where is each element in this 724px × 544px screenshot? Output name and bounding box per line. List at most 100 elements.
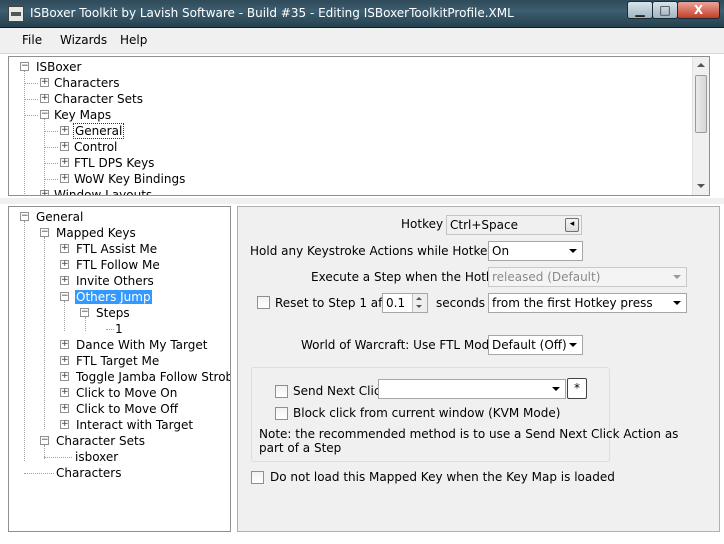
tree-node-ftl-target-me[interactable]: + FTL Target Me [59, 353, 159, 369]
send-next-click-checkbox[interactable] [275, 385, 288, 398]
tree-node-others-jump[interactable]: − Others Jump [59, 289, 152, 305]
tree-label: Character Sets [56, 434, 146, 448]
wow-ftl-dropdown[interactable]: Default (Off) [488, 335, 583, 355]
horizontal-splitter[interactable] [0, 198, 724, 204]
tree-node-control[interactable]: + Control [59, 139, 117, 155]
tree-node-characters[interactable]: Characters [56, 465, 122, 481]
menu-wizards[interactable]: Wizards [60, 33, 107, 47]
tree-node-dance-with-my-target[interactable]: + Dance With My Target [59, 337, 207, 353]
collapse-icon[interactable]: − [40, 110, 49, 119]
hold-keystroke-dropdown[interactable]: On [488, 241, 583, 261]
chevron-down-icon [673, 301, 681, 305]
tree-node-isboxer[interactable]: − ISBoxer [19, 59, 81, 75]
keymap-tree: − General − Mapped Keys + FTL Assist Me … [9, 207, 230, 531]
tree-node-invite-others[interactable]: + Invite Others [59, 273, 154, 289]
minimize-button[interactable]: ▁ [627, 1, 653, 19]
expand-icon[interactable]: + [60, 340, 69, 349]
tree-label: Window Layouts [54, 188, 153, 196]
collapse-icon[interactable]: − [20, 212, 29, 221]
expand-icon[interactable]: + [60, 142, 69, 151]
tree-node-wow-key-bindings[interactable]: + WoW Key Bindings [59, 171, 185, 187]
star-button[interactable]: * [567, 378, 587, 399]
reset-seconds-input[interactable]: 0.1 [382, 293, 428, 313]
tree-label: Control [74, 140, 118, 154]
scroll-down-icon[interactable] [697, 184, 705, 188]
tree-label: Dance With My Target [76, 338, 208, 352]
close-button[interactable]: X [677, 1, 720, 19]
tree-node-click-to-move-off[interactable]: + Click to Move Off [59, 401, 178, 417]
reset-from-value: from the first Hotkey press [492, 296, 653, 310]
expand-icon[interactable]: + [60, 404, 69, 413]
expand-icon[interactable]: + [60, 126, 69, 135]
expand-icon[interactable]: + [60, 260, 69, 269]
execute-step-dropdown[interactable]: released (Default) [488, 267, 687, 287]
tree-node-toggle-jamba[interactable]: + Toggle Jamba Follow Strobing [59, 369, 230, 385]
tree-node-steps[interactable]: − Steps [79, 305, 130, 321]
do-not-load-checkbox[interactable] [251, 471, 264, 484]
menu-help[interactable]: Help [120, 33, 147, 47]
profile-tree: − ISBoxer + Characters + Character Sets … [9, 57, 689, 196]
expand-icon[interactable]: + [60, 174, 69, 183]
tree-node-isboxer-set[interactable]: isboxer [75, 449, 118, 465]
expand-icon[interactable]: + [40, 78, 49, 87]
tree-node-key-maps[interactable]: − Key Maps [39, 107, 111, 123]
tree-label: General [73, 123, 125, 139]
tree-node-character-sets[interactable]: − Character Sets [39, 433, 145, 449]
chevron-down-icon [552, 387, 560, 391]
reset-seconds-spinner[interactable] [412, 294, 427, 312]
expand-icon[interactable]: + [60, 372, 69, 381]
chevron-down-icon [673, 275, 681, 279]
expand-icon[interactable]: + [60, 356, 69, 365]
spin-up-icon[interactable] [416, 297, 422, 300]
collapse-icon[interactable]: − [40, 228, 49, 237]
menu-file[interactable]: File [22, 33, 42, 47]
keymap-tree-panel: − General − Mapped Keys + FTL Assist Me … [8, 206, 231, 532]
tree-node-general-root[interactable]: − General [17, 209, 83, 225]
tree-node-ftl-follow-me[interactable]: + FTL Follow Me [59, 257, 160, 273]
menu-bar: File Wizards Help [0, 28, 724, 54]
expand-icon[interactable]: + [60, 244, 69, 253]
expand-icon[interactable]: + [40, 94, 49, 103]
tree-node-general[interactable]: + General [59, 123, 125, 139]
scroll-thumb[interactable] [695, 75, 707, 133]
tree-node-mapped-keys[interactable]: − Mapped Keys [39, 225, 136, 241]
collapse-icon[interactable]: − [60, 292, 69, 301]
wow-ftl-value: Default (Off) [492, 338, 567, 352]
tree-label: Interact with Target [76, 418, 194, 432]
tree-node-character-sets[interactable]: + Character Sets [39, 91, 143, 107]
tree-node-ftl-assist-me[interactable]: + FTL Assist Me [59, 241, 157, 257]
expand-icon[interactable]: + [60, 158, 69, 167]
collapse-icon[interactable]: − [40, 436, 49, 445]
chevron-down-icon [569, 249, 577, 253]
scroll-up-icon[interactable] [697, 63, 705, 67]
block-click-checkbox[interactable] [275, 407, 288, 420]
hotkey-value: Ctrl+Space [450, 218, 518, 232]
maximize-button[interactable]: □ [652, 1, 678, 19]
reset-from-dropdown[interactable]: from the first Hotkey press [488, 293, 687, 313]
hotkey-field[interactable]: Ctrl+Space ◂ [446, 215, 582, 235]
hotkey-clear-button[interactable]: ◂ [565, 218, 579, 232]
expand-icon[interactable]: + [60, 276, 69, 285]
collapse-icon[interactable]: − [80, 308, 89, 317]
tree-label: General [36, 210, 84, 224]
tree-node-click-to-move-on[interactable]: + Click to Move On [59, 385, 177, 401]
tree-scrollbar[interactable] [692, 57, 709, 195]
spin-down-icon[interactable] [416, 305, 422, 308]
tree-node-interact-with-target[interactable]: + Interact with Target [59, 417, 193, 433]
expand-icon[interactable]: + [60, 420, 69, 429]
app-icon [8, 6, 24, 22]
note-line-1: Note: the recommended method is to use a… [259, 427, 679, 441]
tree-node-characters[interactable]: + Characters [39, 75, 120, 91]
expand-icon[interactable]: + [40, 190, 49, 195]
tree-node-step-1[interactable]: 1 [115, 321, 123, 337]
window-title: ISBoxer Toolkit by Lavish Software - Bui… [30, 6, 514, 20]
collapse-icon[interactable]: − [20, 62, 29, 71]
tree-node-ftl-dps-keys[interactable]: + FTL DPS Keys [59, 155, 154, 171]
expand-icon[interactable]: + [60, 388, 69, 397]
tree-node-window-layouts[interactable]: + Window Layouts [39, 187, 153, 196]
chevron-down-icon [569, 343, 577, 347]
mapped-key-properties: Hotkey Ctrl+Space ◂ Hold any Keystroke A… [237, 206, 720, 532]
send-next-click-dropdown[interactable] [378, 379, 566, 399]
reset-step-checkbox[interactable] [257, 296, 270, 309]
tree-label: Character Sets [54, 92, 144, 106]
